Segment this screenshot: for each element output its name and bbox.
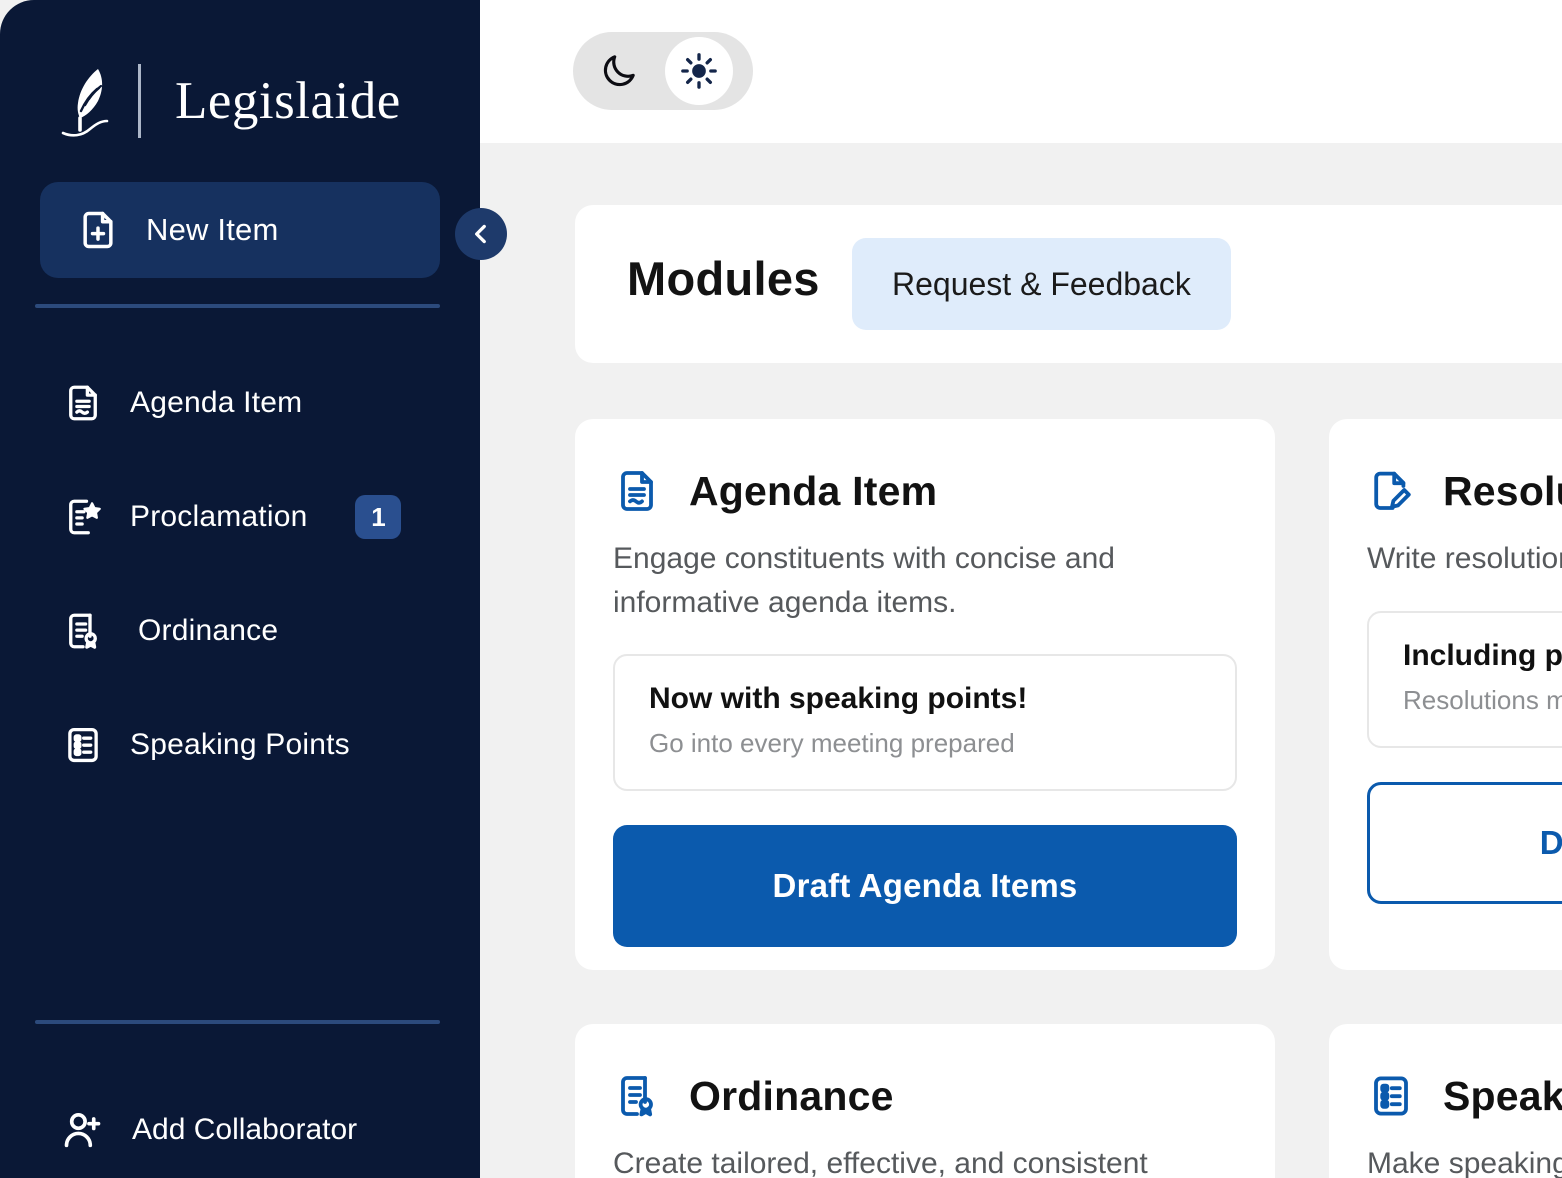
module-card-speaking-points[interactable]: Speaking Points Make speaking points in …: [1329, 1024, 1562, 1178]
module-cards: Agenda Item Engage constituents with con…: [575, 419, 1562, 1178]
topbar: [480, 0, 1562, 143]
sidebar-divider-top: [35, 304, 440, 308]
module-card-title: Resolution: [1443, 468, 1562, 515]
theme-toggle-knob[interactable]: [665, 37, 733, 105]
brand-name: Legislaide: [175, 75, 401, 128]
sidebar-divider-bottom: [35, 1020, 440, 1024]
sidebar-collapse-button[interactable]: [455, 208, 507, 260]
module-card-description: Make speaking points in seconds.: [1367, 1142, 1562, 1178]
chevron-left-icon: [468, 221, 494, 247]
module-card-ordinance[interactable]: Ordinance Create tailored, effective, an…: [575, 1024, 1275, 1178]
sidebar-item-agenda-item[interactable]: Agenda Item: [0, 366, 480, 440]
user-plus-icon: [60, 1107, 106, 1153]
highlight-description: Go into every meeting prepared: [649, 728, 1201, 759]
request-feedback-button[interactable]: Request & Feedback: [852, 238, 1231, 330]
document-seal-icon: [613, 1072, 661, 1120]
sidebar-item-new-item[interactable]: New Item: [40, 182, 440, 278]
draft-resolutions-button[interactable]: Draft Resolutions: [1367, 782, 1562, 904]
highlight-description: Resolutions made easy: [1403, 685, 1562, 716]
card-header: Ordinance: [613, 1072, 1237, 1120]
moon-icon[interactable]: [599, 51, 639, 91]
add-collaborator-button[interactable]: Add Collaborator: [0, 1082, 480, 1178]
sun-icon: [679, 51, 719, 91]
module-card-highlight: Including preambles Resolutions made eas…: [1367, 611, 1562, 748]
sidebar-item-ordinance[interactable]: Ordinance: [0, 594, 480, 668]
card-row-1: Agenda Item Engage constituents with con…: [575, 419, 1562, 970]
module-card-title: Ordinance: [689, 1073, 894, 1120]
sidebar-item-proclamation-label: Proclamation: [130, 500, 307, 534]
card-header: Resolution: [1367, 467, 1562, 515]
file-plus-icon: [76, 208, 120, 252]
add-collaborator-label: Add Collaborator: [132, 1113, 357, 1147]
card-header: Agenda Item: [613, 467, 1237, 515]
brand-divider: [138, 64, 141, 138]
sidebar-item-proclamation[interactable]: Proclamation 1: [0, 480, 480, 554]
document-star-icon: [62, 496, 104, 538]
modules-bar: Modules Request & Feedback: [575, 205, 1562, 363]
module-card-title: Speaking Points: [1443, 1073, 1562, 1120]
sidebar-footer: Add Collaborator: [0, 1020, 480, 1178]
list-box-icon: [62, 724, 104, 766]
list-box-icon: [1367, 1072, 1415, 1120]
document-seal-icon: [62, 610, 104, 652]
highlight-title: Now with speaking points!: [649, 682, 1201, 716]
sidebar-item-speaking-points-label: Speaking Points: [130, 728, 350, 762]
card-header: Speaking Points: [1367, 1072, 1562, 1120]
module-card-description: Write resolutions in a fraction of the t…: [1367, 537, 1562, 581]
draft-agenda-items-button[interactable]: Draft Agenda Items: [613, 825, 1237, 947]
sidebar-item-ordinance-label: Ordinance: [138, 614, 278, 648]
page-title: Modules: [627, 251, 820, 306]
module-card-title: Agenda Item: [689, 468, 937, 515]
card-row-2: Ordinance Create tailored, effective, an…: [575, 1024, 1562, 1178]
highlight-title: Including preambles: [1403, 639, 1562, 673]
sidebar-nav: Agenda Item Proclamation 1: [0, 366, 480, 782]
module-card-description: Engage constituents with concise and inf…: [613, 537, 1223, 624]
module-card-highlight: Now with speaking points! Go into every …: [613, 654, 1237, 791]
module-card-description: Create tailored, effective, and consiste…: [613, 1142, 1223, 1178]
sidebar: Legislaide New Item: [0, 0, 480, 1178]
brand: Legislaide: [0, 0, 480, 150]
new-item-wrapper: New Item: [0, 182, 480, 278]
module-card-agenda-item[interactable]: Agenda Item Engage constituents with con…: [575, 419, 1275, 970]
sidebar-item-new-item-label: New Item: [146, 212, 279, 248]
sidebar-item-agenda-item-label: Agenda Item: [130, 386, 302, 420]
document-lines-icon: [613, 467, 661, 515]
document-pencil-icon: [1367, 467, 1415, 515]
module-card-resolution[interactable]: Resolution Write resolutions in a fracti…: [1329, 419, 1562, 970]
main-content: Modules Request & Feedback: [480, 143, 1562, 1178]
quill-feather-logo: [58, 63, 120, 139]
sidebar-item-speaking-points[interactable]: Speaking Points: [0, 708, 480, 782]
document-lines-icon: [62, 382, 104, 424]
app-root: Legislaide New Item: [0, 0, 1562, 1178]
sidebar-item-proclamation-badge: 1: [355, 495, 401, 539]
theme-toggle[interactable]: [573, 32, 753, 110]
